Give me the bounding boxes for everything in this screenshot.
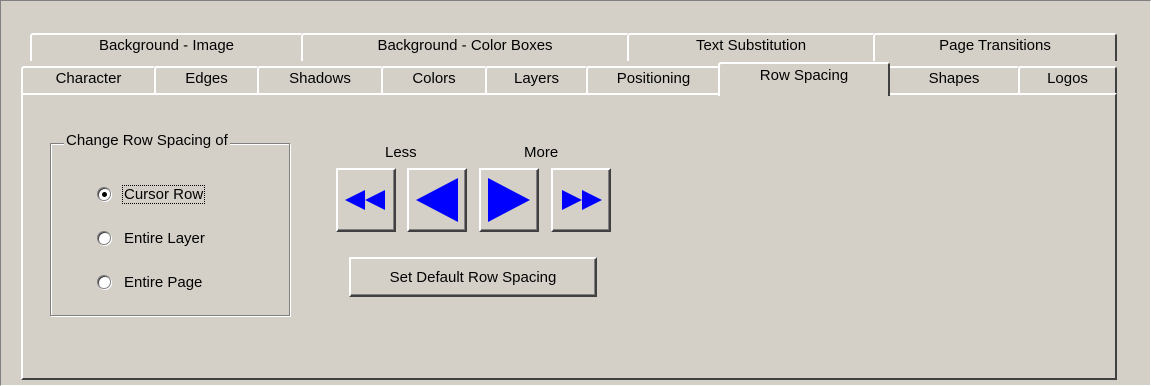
tab-shapes[interactable]: Shapes <box>888 66 1020 95</box>
tab-row-spacing[interactable]: Row Spacing <box>718 62 890 96</box>
set-default-row-spacing-button[interactable]: Set Default Row Spacing <box>349 257 597 297</box>
less-fast-button[interactable] <box>336 168 396 232</box>
tab-text-substitution[interactable]: Text Substitution <box>627 33 875 61</box>
double-right-arrow-icon <box>562 190 602 210</box>
tab-positioning[interactable]: Positioning <box>586 66 721 95</box>
tab-page-transitions[interactable]: Page Transitions <box>873 33 1117 61</box>
more-label: More <box>524 144 559 161</box>
radio-label-cursor-row: Cursor Row <box>121 184 206 204</box>
tab-shadows[interactable]: Shadows <box>257 66 383 95</box>
radio-button[interactable] <box>97 275 111 289</box>
tab-background-color-boxes[interactable]: Background - Color Boxes <box>301 33 629 61</box>
tab-layers[interactable]: Layers <box>485 66 588 95</box>
tab-background-image[interactable]: Background - Image <box>30 33 303 61</box>
more-fast-button[interactable] <box>551 168 611 232</box>
radio-label-entire-layer: Entire Layer <box>124 229 205 247</box>
radio-entire-layer[interactable]: Entire Layer <box>97 228 206 248</box>
double-left-arrow-icon <box>345 190 385 210</box>
radio-entire-page[interactable]: Entire Page <box>97 272 203 292</box>
less-button[interactable] <box>407 168 467 232</box>
more-button[interactable] <box>479 168 539 232</box>
left-arrow-icon <box>416 178 458 222</box>
tab-colors[interactable]: Colors <box>381 66 487 95</box>
tab-logos[interactable]: Logos <box>1018 66 1117 95</box>
tab-character[interactable]: Character <box>21 66 156 95</box>
radio-dot-icon <box>102 192 107 197</box>
radio-button-checked[interactable] <box>97 187 111 201</box>
radio-button[interactable] <box>97 231 111 245</box>
tab-edges[interactable]: Edges <box>154 66 259 95</box>
radio-cursor-row[interactable]: Cursor Row <box>97 184 206 204</box>
less-label: Less <box>385 144 417 161</box>
group-legend: Change Row Spacing of <box>64 132 230 149</box>
radio-label-entire-page: Entire Page <box>124 273 203 291</box>
right-arrow-icon <box>488 178 530 222</box>
